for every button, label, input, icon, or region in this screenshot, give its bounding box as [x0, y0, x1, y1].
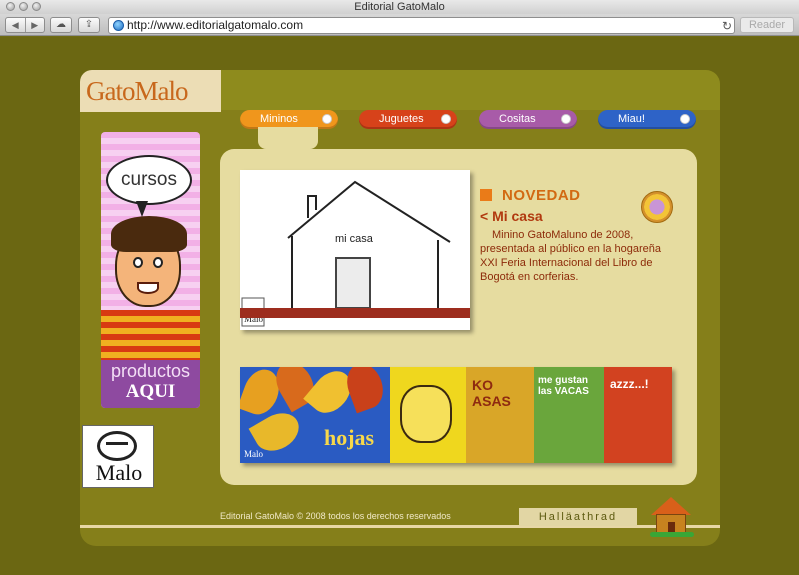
home-roof — [651, 497, 691, 515]
copyright-text: Editorial GatoMalo © 2008 todos los dere… — [220, 511, 451, 521]
tab-juguetes[interactable]: Juguetes — [359, 110, 457, 129]
zoom-window-button[interactable] — [32, 2, 41, 11]
book-title-hojas: hojas — [324, 425, 375, 450]
striped-shirt — [101, 310, 200, 360]
book-title-ko-asas: KO ASAS — [472, 377, 511, 409]
speech-bubble: cursos — [106, 155, 192, 217]
site-logo[interactable]: GatoMalo — [86, 76, 188, 107]
circle-icon — [322, 114, 332, 124]
kid-eye — [133, 257, 143, 268]
circle-icon — [561, 114, 571, 124]
tab-miau[interactable]: Miau! — [598, 110, 696, 129]
productos-promo-banner[interactable]: cursos productos AQUI — [101, 132, 200, 408]
home-grass — [650, 532, 694, 537]
promo-label-line2: AQUI — [125, 381, 176, 402]
globe-icon — [113, 20, 124, 31]
tab-label: Miau! — [618, 113, 645, 125]
web-page: GatoMalo Mininos Juguetes Cositas Miau! … — [0, 37, 799, 575]
tab-label: Cositas — [499, 113, 536, 125]
share-icon[interactable]: ⇪ — [78, 17, 100, 33]
address-bar[interactable]: http://www.editorialgatomalo.com — [108, 17, 735, 34]
featured-book-cover[interactable]: mi casa Malo — [240, 170, 470, 330]
malo-logo-text: Malo — [95, 460, 143, 485]
tab-label: Juguetes — [379, 113, 424, 125]
book-cover-vacas[interactable]: me gustan las VACAS — [534, 367, 604, 463]
house-label: mi casa — [335, 233, 374, 245]
promo-label-line1: productos — [110, 361, 191, 381]
promo-label: productos AQUI — [101, 360, 200, 408]
dog-illustration — [400, 385, 452, 443]
circle-icon — [680, 114, 690, 124]
cloud-icon[interactable]: ☁ — [50, 17, 72, 33]
promo-bubble-text: cursos — [121, 169, 177, 190]
tab-label: Mininos — [260, 113, 298, 125]
back-arrow-icon[interactable]: ◀ — [6, 18, 25, 32]
article-body: Minino GatoMaluno de 2008, presentada al… — [480, 229, 662, 283]
house-drawing: mi casa Malo — [241, 180, 451, 327]
flower-badge-icon[interactable] — [641, 191, 673, 223]
kid-mouth — [137, 282, 159, 294]
window-controls — [6, 2, 41, 11]
forward-arrow-icon[interactable]: ▶ — [24, 18, 45, 32]
kid-hair — [111, 216, 187, 252]
url-text: http://www.editorialgatomalo.com — [127, 18, 304, 32]
kid-eye — [153, 257, 163, 268]
orange-square-icon — [480, 189, 492, 201]
book-title-vacas: me gustan las VACAS — [538, 375, 589, 397]
browser-window: Editorial GatoMalo ◀ ▶ ☁ ⇪ http://www.ed… — [0, 0, 799, 575]
nav-buttons: ◀ ▶ — [5, 17, 45, 33]
ground-strip — [240, 308, 470, 318]
book-title-azzz: azzz...! — [610, 377, 649, 391]
reader-button[interactable]: Reader — [740, 17, 794, 33]
cat-face-icon — [97, 431, 137, 461]
window-title: Editorial GatoMalo — [354, 1, 445, 13]
tab-connector — [258, 127, 318, 149]
book-cover-ko-asas[interactable]: KO ASAS — [466, 367, 534, 463]
minimize-window-button[interactable] — [19, 2, 28, 11]
browser-toolbar: ◀ ▶ ☁ ⇪ http://www.editorialgatomalo.com — [0, 14, 799, 36]
footer-link-button[interactable]: Halläathrad — [519, 508, 637, 526]
book-cover-hojas[interactable]: hojas Malo — [240, 367, 390, 463]
book-covers-strip: hojas Malo KO ASAS me gustan las VACAS a… — [240, 367, 672, 463]
book-cover-dog[interactable] — [390, 367, 466, 463]
circle-icon — [441, 114, 451, 124]
leaf-shape — [341, 367, 389, 414]
window-titlebar: Editorial GatoMalo — [0, 0, 799, 14]
tab-cositas[interactable]: Cositas — [479, 110, 577, 129]
malo-logo[interactable]: Malo — [82, 425, 154, 488]
article-title-link[interactable]: < Mi casa — [480, 208, 543, 224]
book-cover-azzz[interactable]: azzz...! — [604, 367, 672, 463]
reload-icon[interactable]: ↻ — [722, 19, 732, 33]
close-window-button[interactable] — [6, 2, 15, 11]
novedad-heading: NOVEDAD — [502, 187, 581, 204]
book-publisher-mark: Malo — [244, 449, 263, 459]
